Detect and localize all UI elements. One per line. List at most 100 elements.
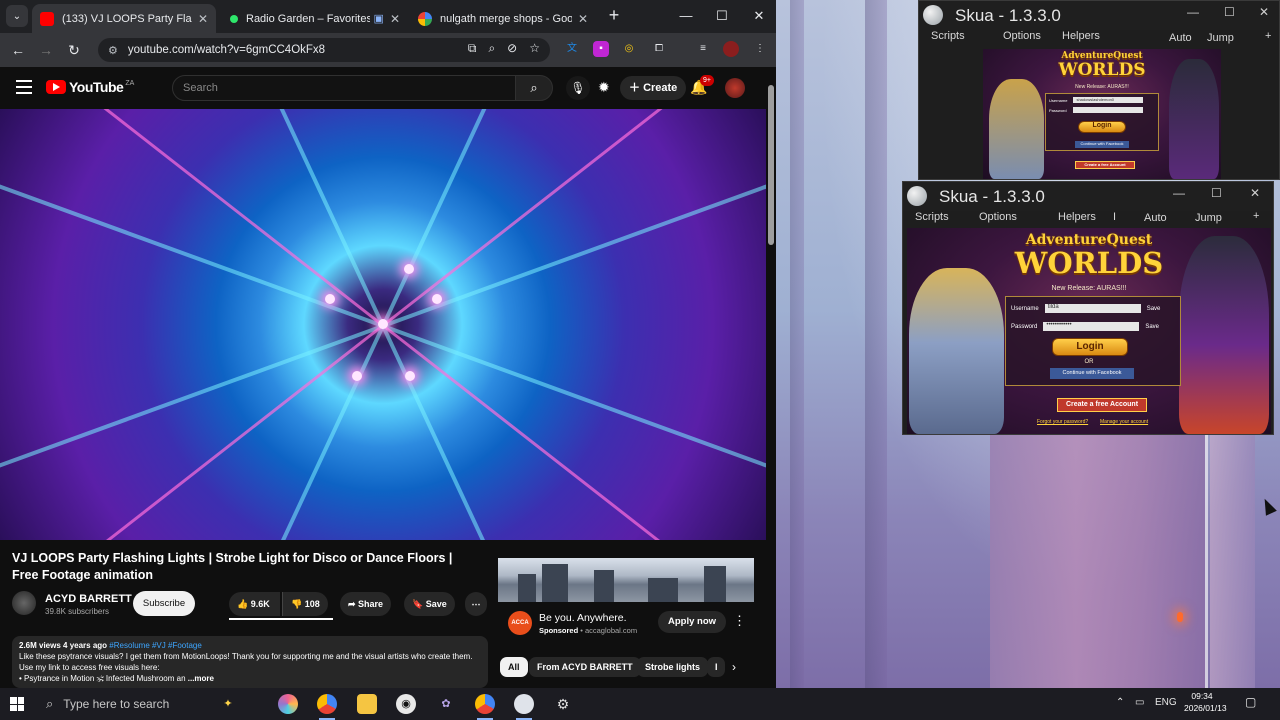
copilot-icon[interactable] — [278, 694, 298, 714]
tab-google[interactable]: nulgath merge shops - Google ✕ — [410, 4, 596, 33]
chevron-right-icon[interactable]: › — [732, 660, 736, 674]
menu-jump[interactable]: Jump — [1207, 32, 1234, 44]
forward-icon[interactable]: → — [36, 40, 56, 60]
tab-youtube[interactable]: (133) VJ LOOPS Party Flashing L ✕ — [32, 4, 216, 33]
channel-avatar[interactable] — [12, 591, 36, 615]
menu-options[interactable]: Options — [979, 211, 1017, 223]
share-button[interactable]: ➦ Share — [340, 592, 392, 616]
search-input[interactable]: Search — [172, 75, 516, 101]
menu-auto[interactable]: Auto — [1169, 32, 1192, 44]
minimize-icon[interactable]: — — [1187, 5, 1199, 19]
search-highlight-icon[interactable]: ✦ — [218, 694, 238, 714]
save-password-label[interactable]: Save — [1145, 324, 1159, 330]
close-tab-icon[interactable]: ✕ — [198, 12, 208, 26]
ad-title[interactable]: Be you. Anywhere. — [539, 612, 627, 624]
close-icon[interactable]: ✕ — [1259, 5, 1269, 19]
close-window-icon[interactable]: ✕ — [745, 6, 773, 26]
tab-search-icon[interactable]: ⌄ — [6, 5, 28, 27]
maximize-icon[interactable]: ☐ — [1224, 5, 1235, 19]
save-button[interactable]: 🔖 Save — [404, 592, 455, 616]
forgot-password-link[interactable]: Forgot your password? — [1037, 419, 1088, 425]
tab-radio-garden[interactable]: Radio Garden – Favorites ▣ ✕ — [222, 4, 408, 33]
chip-strobe-lights[interactable]: Strobe lights — [637, 657, 709, 677]
profile-avatar[interactable] — [723, 41, 739, 57]
login-button[interactable]: Login — [1078, 121, 1126, 133]
tray-chevron-icon[interactable]: ⌃ — [1116, 697, 1124, 708]
settings-gear-icon[interactable]: ⚙ — [553, 694, 573, 714]
channel-name[interactable]: ACYD BARRETT — [45, 593, 132, 605]
add-icon[interactable]: + — [1253, 210, 1259, 222]
username-input[interactable]: shadowslashdemon0 — [1073, 97, 1144, 103]
close-icon[interactable]: ✕ — [1250, 186, 1260, 200]
subscribe-button[interactable]: Subscribe — [133, 591, 195, 616]
extension-gear-icon[interactable]: ✹ — [598, 79, 610, 96]
minimize-icon[interactable]: — — [672, 6, 700, 26]
chatgpt-icon[interactable]: ✿ — [436, 694, 456, 714]
menu-jump[interactable]: Jump — [1195, 212, 1222, 224]
language-indicator[interactable]: ENG — [1155, 697, 1177, 708]
browser-menu-icon[interactable]: ⋮ — [752, 41, 768, 57]
back-icon[interactable]: ← — [8, 40, 28, 60]
ad-logo[interactable]: ACCA — [508, 611, 532, 635]
create-account-button[interactable]: Create a free Account — [1057, 398, 1147, 412]
ad-banner-image[interactable] — [498, 558, 754, 602]
add-icon[interactable]: + — [1265, 30, 1271, 42]
maximize-icon[interactable]: ☐ — [1211, 186, 1222, 200]
site-info-icon[interactable]: ⚙ — [108, 44, 118, 57]
close-tab-icon[interactable]: ✕ — [390, 12, 400, 26]
skua-window-1[interactable]: Skua - 1.3.3.0 — ☐ ✕ Scripts Options Hel… — [918, 0, 1280, 180]
network-icon[interactable]: ▭ — [1135, 697, 1144, 708]
like-button[interactable]: 👍 9.6K — [229, 592, 280, 616]
url-text[interactable]: youtube.com/watch?v=6gmCC4OkFx8 — [128, 44, 325, 56]
chip-all[interactable]: All — [500, 657, 528, 677]
coin-extension-icon[interactable]: ◎ — [621, 41, 637, 57]
menu-overflow[interactable]: I — [1113, 211, 1116, 223]
notification-center-icon[interactable]: ▢ — [1245, 695, 1256, 709]
create-account-button[interactable]: Create a free Account — [1075, 161, 1135, 169]
avatar[interactable] — [725, 78, 745, 98]
tracking-icon[interactable]: ⊘ — [507, 41, 517, 56]
new-tab-icon[interactable]: + — [604, 6, 624, 26]
password-input[interactable] — [1072, 107, 1143, 113]
save-username-label[interactable]: Save — [1147, 306, 1161, 312]
more-actions-icon[interactable]: ⋯ — [465, 592, 487, 616]
windows-start-icon[interactable] — [10, 697, 24, 711]
menu-helpers[interactable]: Helpers — [1058, 211, 1096, 223]
steam-icon[interactable]: ◉ — [396, 694, 416, 714]
file-explorer-icon[interactable] — [357, 694, 377, 714]
media-playing-icon[interactable]: ▣ — [374, 12, 384, 25]
ad-menu-icon[interactable]: ⋮ — [733, 613, 746, 629]
translate-extension-icon[interactable]: 文 — [564, 41, 580, 57]
game-viewport[interactable]: AdventureQuest WORLDS New Release: AURAS… — [907, 228, 1271, 434]
show-more-link[interactable]: ...more — [188, 674, 214, 683]
taskbar-clock[interactable]: 09:34 2026/01/13 — [1184, 690, 1227, 714]
login-button[interactable]: Login — [1052, 338, 1128, 356]
skua-titlebar[interactable]: Skua - 1.3.3.0 — ☐ ✕ — [903, 182, 1273, 211]
menu-helpers[interactable]: Helpers — [1062, 30, 1100, 42]
menu-icon[interactable] — [16, 80, 32, 94]
taskbar-search[interactable]: ⌕ Type here to search — [38, 688, 228, 720]
manage-account-link[interactable]: Manage your account — [1100, 419, 1148, 425]
media-queue-icon[interactable]: ≡ — [695, 41, 711, 57]
skua-window-2[interactable]: Skua - 1.3.3.0 — ☐ ✕ Scripts Options Hel… — [902, 181, 1274, 435]
skua-taskbar-icon[interactable] — [514, 694, 534, 714]
create-button[interactable]: ＋ Create — [620, 76, 687, 100]
minimize-icon[interactable]: — — [1173, 186, 1185, 200]
search-icon[interactable]: ⌕ — [515, 75, 553, 101]
username-input[interactable]: tilda — [1044, 304, 1141, 313]
facebook-button[interactable]: Continue with Facebook — [1075, 141, 1129, 148]
description-link[interactable]: • Psytrance in Motion 🕉 Infected Mushroo… — [19, 674, 186, 683]
zoom-icon[interactable]: ⌕ — [488, 41, 495, 56]
close-tab-icon[interactable]: ✕ — [578, 12, 588, 26]
chrome-icon[interactable] — [317, 694, 337, 714]
menu-options[interactable]: Options — [1003, 30, 1041, 42]
skua-titlebar[interactable]: Skua - 1.3.3.0 — ☐ ✕ — [919, 1, 1279, 30]
facebook-button[interactable]: Continue with Facebook — [1050, 368, 1134, 379]
game-viewport[interactable]: AdventureQuest WORLDS New Release: AURAS… — [983, 49, 1221, 179]
microphone-icon[interactable]: 🎙 — [566, 76, 590, 100]
menu-auto[interactable]: Auto — [1144, 212, 1167, 224]
apply-now-button[interactable]: Apply now — [658, 611, 727, 633]
reload-icon[interactable]: ↻ — [64, 40, 84, 60]
password-input[interactable]: •••••••••••• — [1043, 322, 1140, 331]
youtube-logo[interactable]: YouTube ZA — [46, 79, 134, 95]
